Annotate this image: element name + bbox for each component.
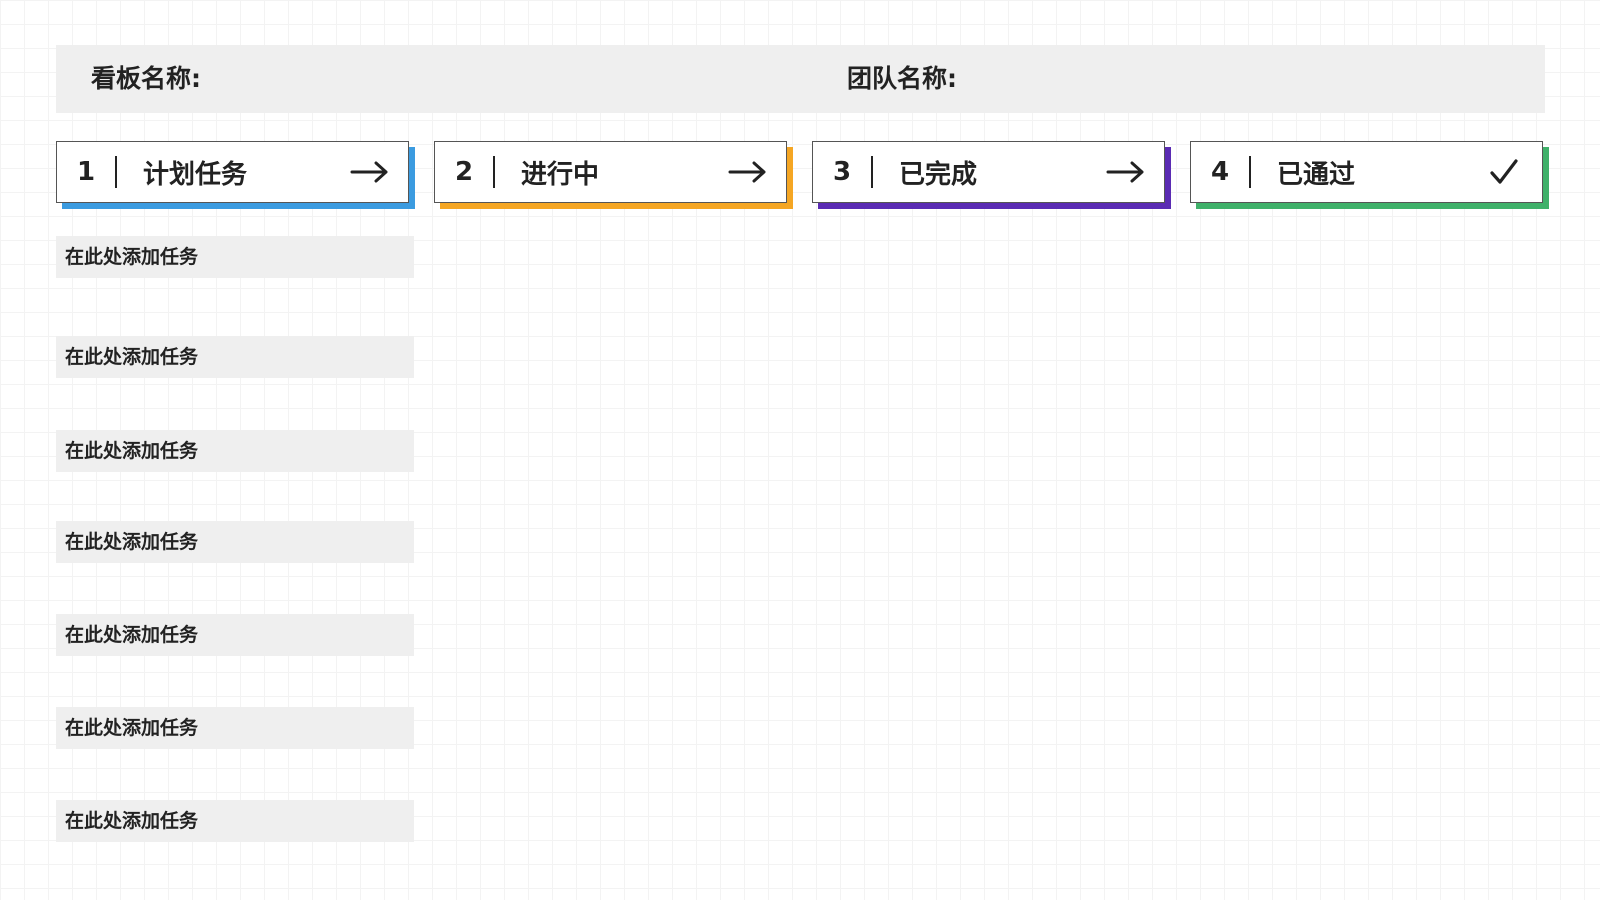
column-number: 1 xyxy=(76,157,96,187)
column-number: 2 xyxy=(454,157,474,187)
column-label: 进行中 xyxy=(521,159,600,190)
task-card[interactable]: 在此处添加任务 xyxy=(56,800,414,842)
task-card[interactable]: 在此处添加任务 xyxy=(56,614,414,656)
column-number: 4 xyxy=(1210,157,1230,187)
column-header-in-progress[interactable]: 2 进行中 xyxy=(434,141,793,209)
column-label: 已通过 xyxy=(1277,159,1356,190)
column-label: 已完成 xyxy=(899,159,978,190)
column-divider xyxy=(1249,156,1251,188)
task-card[interactable]: 在此处添加任务 xyxy=(56,707,414,749)
column-divider xyxy=(115,156,117,188)
team-name-label: 团队名称: xyxy=(847,64,957,93)
board-name-label: 看板名称: xyxy=(91,64,201,93)
column-header-planned[interactable]: 1 计划任务 xyxy=(56,141,415,209)
board-header: 看板名称: 团队名称: xyxy=(56,45,1545,113)
column-number: 3 xyxy=(832,157,852,187)
arrow-right-icon xyxy=(1096,152,1156,192)
column-header-approved[interactable]: 4 已通过 xyxy=(1190,141,1549,209)
task-card[interactable]: 在此处添加任务 xyxy=(56,336,414,378)
arrow-right-icon xyxy=(340,152,400,192)
column-divider xyxy=(871,156,873,188)
checkmark-icon xyxy=(1474,152,1534,192)
column-label: 计划任务 xyxy=(143,159,248,190)
column-header-done[interactable]: 3 已完成 xyxy=(812,141,1171,209)
task-card[interactable]: 在此处添加任务 xyxy=(56,430,414,472)
arrow-right-icon xyxy=(718,152,778,192)
task-card[interactable]: 在此处添加任务 xyxy=(56,521,414,563)
task-card[interactable]: 在此处添加任务 xyxy=(56,236,414,278)
column-divider xyxy=(493,156,495,188)
